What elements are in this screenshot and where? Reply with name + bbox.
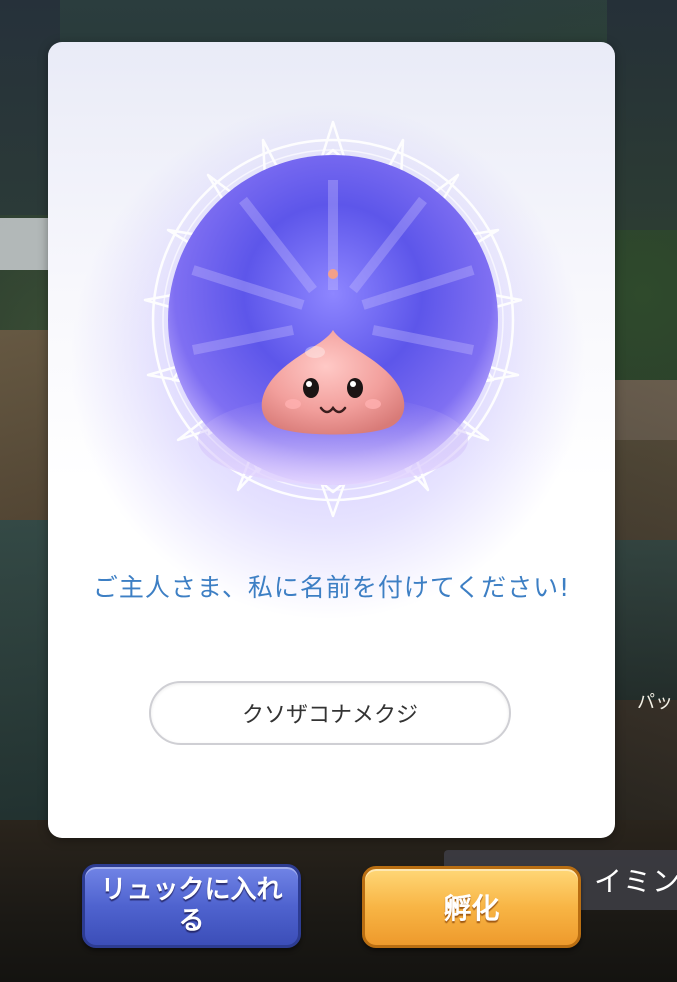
background-side-label-text: イミン: [594, 865, 677, 898]
put-in-backpack-button[interactable]: リュックに入れる: [82, 864, 301, 948]
hatch-label: 孵化: [443, 892, 500, 925]
put-in-backpack-label: リュックに入れる: [100, 875, 283, 936]
crystal-orb-icon: [133, 120, 533, 520]
hatch-button[interactable]: 孵化: [362, 866, 581, 948]
scene-water-left: [0, 520, 55, 820]
scene-tree-right: [607, 0, 677, 230]
pet-name-input[interactable]: [149, 681, 511, 745]
naming-prompt-message: ご主人さま、私に名前を付けてください!: [92, 573, 571, 602]
background-side-text: パッ: [637, 692, 673, 713]
poring-pet-icon: [261, 330, 405, 435]
scene-hud-strip-left: [0, 218, 52, 270]
pet-naming-dialog: ご主人さま、私に名前を付けてください!: [48, 42, 615, 838]
scene-water-right: [609, 540, 677, 700]
